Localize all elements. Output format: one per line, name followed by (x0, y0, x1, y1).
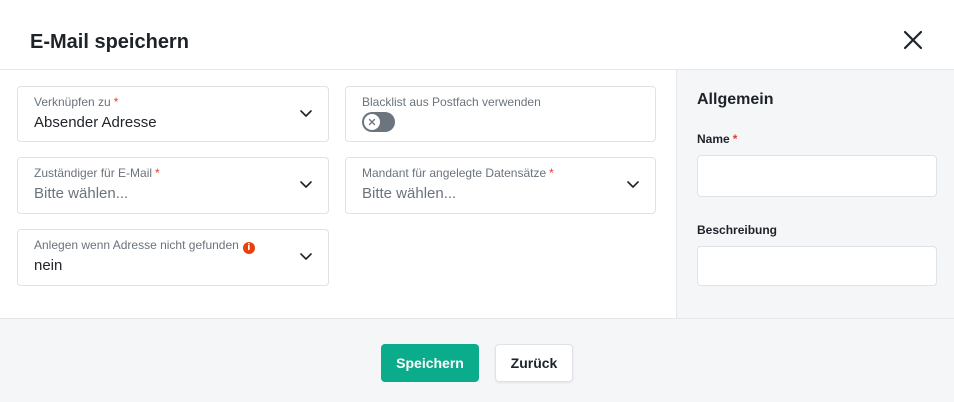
dialog-title: E-Mail speichern (30, 31, 189, 53)
link-to-select[interactable]: Verknüpfen zu * Absender Adresse (17, 86, 329, 142)
save-email-dialog: E-Mail speichern Verknüpfen zu * Absender… (0, 0, 954, 402)
required-mark: * (113, 95, 119, 109)
link-to-label: Verknüpfen zu * (34, 95, 119, 109)
chevron-down-icon (300, 181, 312, 189)
dialog-header: E-Mail speichern (0, 0, 954, 70)
name-label: Name * (697, 132, 738, 146)
tenant-select[interactable]: Mandant für angelegte Datensätze * Bitte … (345, 157, 656, 214)
chevron-down-icon (300, 110, 312, 118)
form-area: Verknüpfen zu * Absender Adresse Blacklis… (0, 70, 676, 318)
back-button[interactable]: Zurück (495, 344, 573, 382)
tenant-label: Mandant für angelegte Datensätze * (362, 166, 554, 180)
chevron-down-icon (300, 253, 312, 261)
create-if-missing-value: nein (34, 257, 63, 274)
responsible-label: Zuständiger für E-Mail * (34, 166, 160, 180)
blacklist-field: Blacklist aus Postfach verwenden (345, 86, 656, 142)
close-icon[interactable] (900, 27, 926, 53)
description-input[interactable] (697, 246, 937, 286)
save-button[interactable]: Speichern (381, 344, 479, 382)
dialog-footer: Speichern Zurück (0, 318, 954, 402)
general-sidebar: Allgemein Name * Beschreibung (676, 70, 954, 318)
blacklist-label: Blacklist aus Postfach verwenden (362, 95, 541, 109)
info-icon[interactable]: i (242, 242, 255, 254)
blacklist-toggle[interactable] (362, 112, 395, 132)
required-mark: * (732, 132, 738, 146)
responsible-placeholder: Bitte wählen... (34, 185, 129, 202)
required-mark: * (155, 166, 160, 180)
link-to-value: Absender Adresse (34, 114, 157, 131)
name-input[interactable] (697, 155, 937, 197)
create-if-missing-label: Anlegen wenn Adresse nicht gefunden i (34, 238, 255, 254)
sidebar-heading: Allgemein (697, 91, 774, 108)
required-mark: * (549, 166, 554, 180)
create-if-missing-select[interactable]: Anlegen wenn Adresse nicht gefunden i nei… (17, 229, 329, 286)
tenant-placeholder: Bitte wählen... (362, 185, 457, 202)
x-icon (368, 118, 376, 126)
toggle-knob (364, 114, 380, 130)
description-label: Beschreibung (697, 223, 778, 237)
chevron-down-icon (627, 181, 639, 189)
responsible-select[interactable]: Zuständiger für E-Mail * Bitte wählen... (17, 157, 329, 214)
